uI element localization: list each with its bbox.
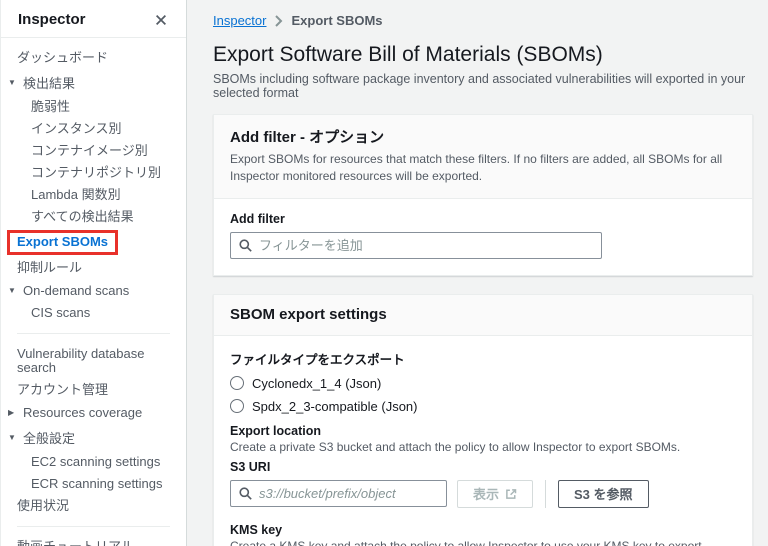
- view-button-label: 表示: [473, 487, 500, 503]
- page-title: Export Software Bill of Materials (SBOMs…: [213, 43, 603, 66]
- sidebar-item-video-tutorials[interactable]: 動画チュートリアル: [1, 536, 186, 546]
- add-filter-input-box[interactable]: [230, 231, 602, 259]
- radio-option-spdx-label: Spdx_2_3-compatible (Json): [252, 398, 418, 414]
- breadcrumb-link-inspector[interactable]: Inspector: [213, 13, 266, 28]
- sidebar-section-findings[interactable]: ▼ 検出結果: [1, 69, 186, 96]
- radio-button-icon[interactable]: [230, 376, 244, 391]
- sidebar-item-by-container-image[interactable]: コンテナイメージ別: [1, 140, 186, 162]
- sidebar-section-label: 全般設定: [23, 431, 76, 446]
- sidebar-item-vulnerabilities[interactable]: 脆弱性: [1, 96, 186, 118]
- sidebar-section-label: On-demand scans: [23, 283, 130, 298]
- page-subtitle: SBOMs including software package invento…: [213, 72, 746, 100]
- breadcrumb: Inspector Export SBOMs: [213, 13, 753, 28]
- radio-option-spdx[interactable]: Spdx_2_3-compatible (Json): [230, 399, 736, 414]
- add-filter-card-body: Add filter: [214, 199, 752, 275]
- sidebar-item-account-management[interactable]: アカウント管理: [1, 379, 186, 401]
- radio-button-icon[interactable]: [230, 399, 244, 414]
- sidebar-section-general-settings[interactable]: ▼ 全般設定: [1, 424, 186, 451]
- export-location-label: Export location: [230, 423, 321, 438]
- sidebar-item-export-sboms-label[interactable]: Export SBOMs: [17, 234, 108, 249]
- sbom-settings-card-title: SBOM export settings: [230, 305, 387, 323]
- button-divider: [545, 479, 547, 508]
- add-filter-card: Add filter - オプション Export SBOMs for reso…: [213, 114, 753, 276]
- s3-uri-input[interactable]: [259, 486, 438, 502]
- sidebar-divider: [17, 333, 170, 334]
- sidebar-item-ec2-scanning-settings[interactable]: EC2 scanning settings: [1, 451, 186, 473]
- kms-key-description: Create a KMS key and attach the policy t…: [230, 538, 702, 546]
- sidebar-item-usage[interactable]: 使用状況: [1, 495, 186, 517]
- add-filter-card-header: Add filter - オプション Export SBOMs for reso…: [214, 115, 752, 199]
- sbom-export-settings-card: SBOM export settings ファイルタイプをエクスポート Cycl…: [213, 293, 753, 546]
- sidebar-item-export-sboms[interactable]: Export SBOMs: [1, 228, 186, 257]
- sidebar-item-dashboard[interactable]: ダッシュボード: [1, 47, 186, 69]
- sbom-settings-card-body: ファイルタイプをエクスポート Cyclonedx_1_4 (Json) Spdx…: [214, 336, 752, 546]
- main-content: Inspector Export SBOMs Export Software B…: [187, 0, 768, 546]
- s3-uri-row: 表示 S3 を参照: [230, 479, 736, 508]
- sbom-settings-card-header: SBOM export settings: [214, 294, 752, 336]
- sidebar-section-label: 検出結果: [23, 76, 76, 91]
- browse-s3-button[interactable]: S3 を参照: [558, 479, 649, 508]
- sidebar-item-cis-scans[interactable]: CIS scans: [1, 302, 186, 324]
- sidebar: Inspector ダッシュボード ▼ 検出結果 脆弱性 インスタンス別 コンテ…: [1, 0, 187, 546]
- search-icon: [239, 487, 252, 501]
- sidebar-item-all-findings[interactable]: すべての検出結果: [1, 206, 186, 228]
- triangle-right-icon: ▶: [8, 408, 15, 417]
- search-icon: [239, 239, 252, 252]
- chevron-right-icon: [274, 14, 283, 27]
- triangle-down-icon: ▼: [8, 433, 16, 442]
- browse-s3-button-label: S3 を参照: [574, 487, 633, 503]
- add-filter-card-description: Export SBOMs for resources that match th…: [230, 152, 723, 184]
- s3-uri-label: S3 URI: [230, 459, 271, 474]
- sidebar-divider: [17, 526, 170, 527]
- add-filter-label: Add filter: [230, 211, 285, 226]
- sidebar-item-by-instance[interactable]: インスタンス別: [1, 118, 186, 140]
- sidebar-item-vulnerability-database-search[interactable]: Vulnerability database search: [1, 343, 186, 379]
- radio-option-cyclonedx[interactable]: Cyclonedx_1_4 (Json): [230, 376, 736, 391]
- export-location-description: Create a private S3 bucket and attach th…: [230, 439, 681, 454]
- add-filter-input[interactable]: [259, 237, 593, 253]
- external-link-icon: [506, 488, 517, 499]
- sidebar-section-resources-coverage[interactable]: ▶ Resources coverage: [1, 401, 186, 424]
- sidebar-section-on-demand-scans[interactable]: ▼ On-demand scans: [1, 279, 186, 302]
- radio-option-cyclonedx-label: Cyclonedx_1_4 (Json): [252, 375, 382, 391]
- triangle-down-icon: ▼: [8, 78, 16, 87]
- sidebar-title: Inspector: [18, 11, 86, 28]
- annotation-highlight: Export SBOMs: [7, 230, 119, 255]
- sidebar-item-ecr-scanning-settings[interactable]: ECR scanning settings: [1, 473, 186, 495]
- s3-uri-input-box[interactable]: [230, 480, 447, 508]
- breadcrumb-current: Export SBOMs: [291, 13, 383, 28]
- triangle-down-icon: ▼: [8, 286, 16, 295]
- add-filter-card-title: Add filter - オプション: [230, 129, 385, 146]
- kms-key-label: KMS key: [230, 522, 283, 537]
- sidebar-item-by-container-repository[interactable]: コンテナリポジトリ別: [1, 162, 186, 184]
- sidebar-nav: ダッシュボード ▼ 検出結果 脆弱性 インスタンス別 コンテナイメージ別 コンテ…: [1, 38, 186, 546]
- sidebar-section-label: Resources coverage: [23, 405, 143, 420]
- file-type-label: ファイルタイプをエクスポート: [230, 352, 405, 367]
- close-icon[interactable]: [154, 13, 168, 27]
- view-button[interactable]: 表示: [457, 479, 534, 508]
- sidebar-item-by-lambda-function[interactable]: Lambda 関数別: [1, 184, 186, 206]
- sidebar-item-suppression-rules[interactable]: 抑制ルール: [1, 257, 186, 279]
